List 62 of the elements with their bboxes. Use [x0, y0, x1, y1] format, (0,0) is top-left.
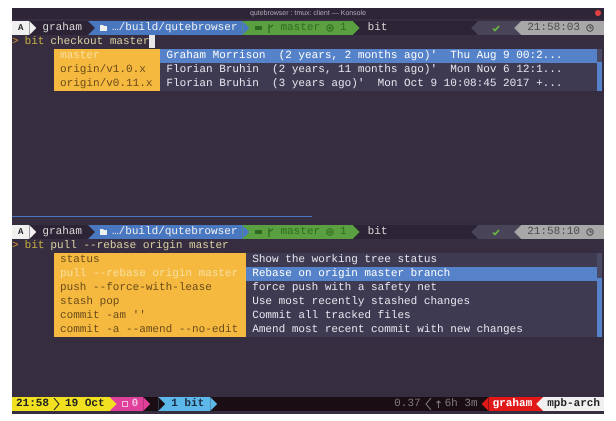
completion-description[interactable]: Show the working tree status — [246, 253, 597, 267]
completion-name[interactable]: commit -a --amend --no-edit — [54, 323, 246, 337]
prompt-marker: > — [12, 239, 19, 253]
session-name[interactable]: 1 bit — [165, 397, 210, 411]
uptime: 6h 3m — [444, 397, 479, 411]
completion-name[interactable]: commit -am '' — [54, 309, 246, 323]
completion-description[interactable]: Use most recently stashed changes — [246, 295, 597, 309]
folder-icon — [100, 25, 108, 31]
check-icon — [492, 228, 500, 236]
scrollbar-thumb[interactable] — [597, 62, 602, 91]
completion-name[interactable]: stash pop — [54, 295, 246, 309]
command-text: checkout master — [50, 35, 150, 49]
status-user: graham — [488, 397, 536, 411]
load-average: 0.37 — [393, 397, 422, 411]
completion-description[interactable]: Graham Morrison (2 years, 2 months ago)' Thu Aug 9 00:2... — [160, 49, 597, 63]
completion-description[interactable]: force push with a safety net — [246, 281, 597, 295]
completion-description[interactable]: Amend most recent commit with new changes — [246, 323, 597, 337]
powerline-separator — [536, 397, 544, 411]
prompt-program: bit — [366, 225, 388, 239]
prompt-path: …/build/qutebrowser — [112, 21, 238, 35]
prompt-user: graham — [41, 21, 84, 35]
status-host: mpb-arch — [543, 397, 604, 411]
completion-description[interactable]: Rebase on origin master branch — [246, 267, 597, 281]
prompt-program: bit — [366, 21, 388, 35]
branch-icon — [268, 24, 274, 32]
completion-name[interactable]: push --force-with-lease — [54, 281, 246, 295]
git-icon — [255, 229, 262, 235]
commits-ahead-icon — [326, 228, 334, 236]
prompt-user: graham — [41, 225, 84, 239]
branch-icon — [268, 228, 274, 236]
separator-icon — [53, 398, 60, 410]
completion-name[interactable]: origin/v0.11.x — [54, 77, 160, 91]
clock-icon — [586, 228, 594, 236]
window-icon — [122, 401, 128, 407]
scrollbar-thumb[interactable] — [597, 278, 602, 337]
user-badge: A — [12, 225, 30, 239]
completion-description[interactable]: Commit all tracked files — [246, 309, 597, 323]
prompt-path: …/build/qutebrowser — [112, 225, 238, 239]
completion-description[interactable]: Florian Bruhin (3 years ago)' Mon Oct 9 10:08:45 2017 +... — [160, 77, 597, 91]
status-time: 21:58 — [15, 397, 50, 411]
close-icon[interactable] — [595, 10, 601, 16]
completion-name[interactable]: origin/v1.0.x — [54, 63, 160, 77]
prompt-time: 21:58:03 — [527, 21, 580, 35]
completion-name[interactable]: status — [54, 253, 246, 267]
scrollbar[interactable] — [597, 49, 602, 91]
command-text: pull --rebase origin master — [50, 239, 229, 253]
prompt-marker: > — [12, 35, 19, 49]
git-icon — [255, 25, 262, 31]
user-badge: A — [12, 21, 30, 35]
prompt-time: 21:58:10 — [527, 225, 580, 239]
commits-ahead-icon — [326, 24, 334, 32]
folder-icon — [100, 229, 108, 235]
check-icon — [492, 24, 500, 32]
command-program: bit — [24, 35, 44, 49]
scrollbar[interactable] — [597, 253, 602, 337]
uptime-icon — [436, 400, 441, 408]
clock-icon — [586, 24, 594, 32]
window-count: 0 — [132, 397, 138, 411]
command-program: bit — [24, 239, 44, 253]
separator-icon — [424, 398, 432, 410]
completion-description[interactable]: Florian Bruhin (2 years, 11 months ago)' Mon Nov 6 12:1... — [160, 63, 597, 77]
status-date: 19 Oct — [64, 397, 106, 411]
